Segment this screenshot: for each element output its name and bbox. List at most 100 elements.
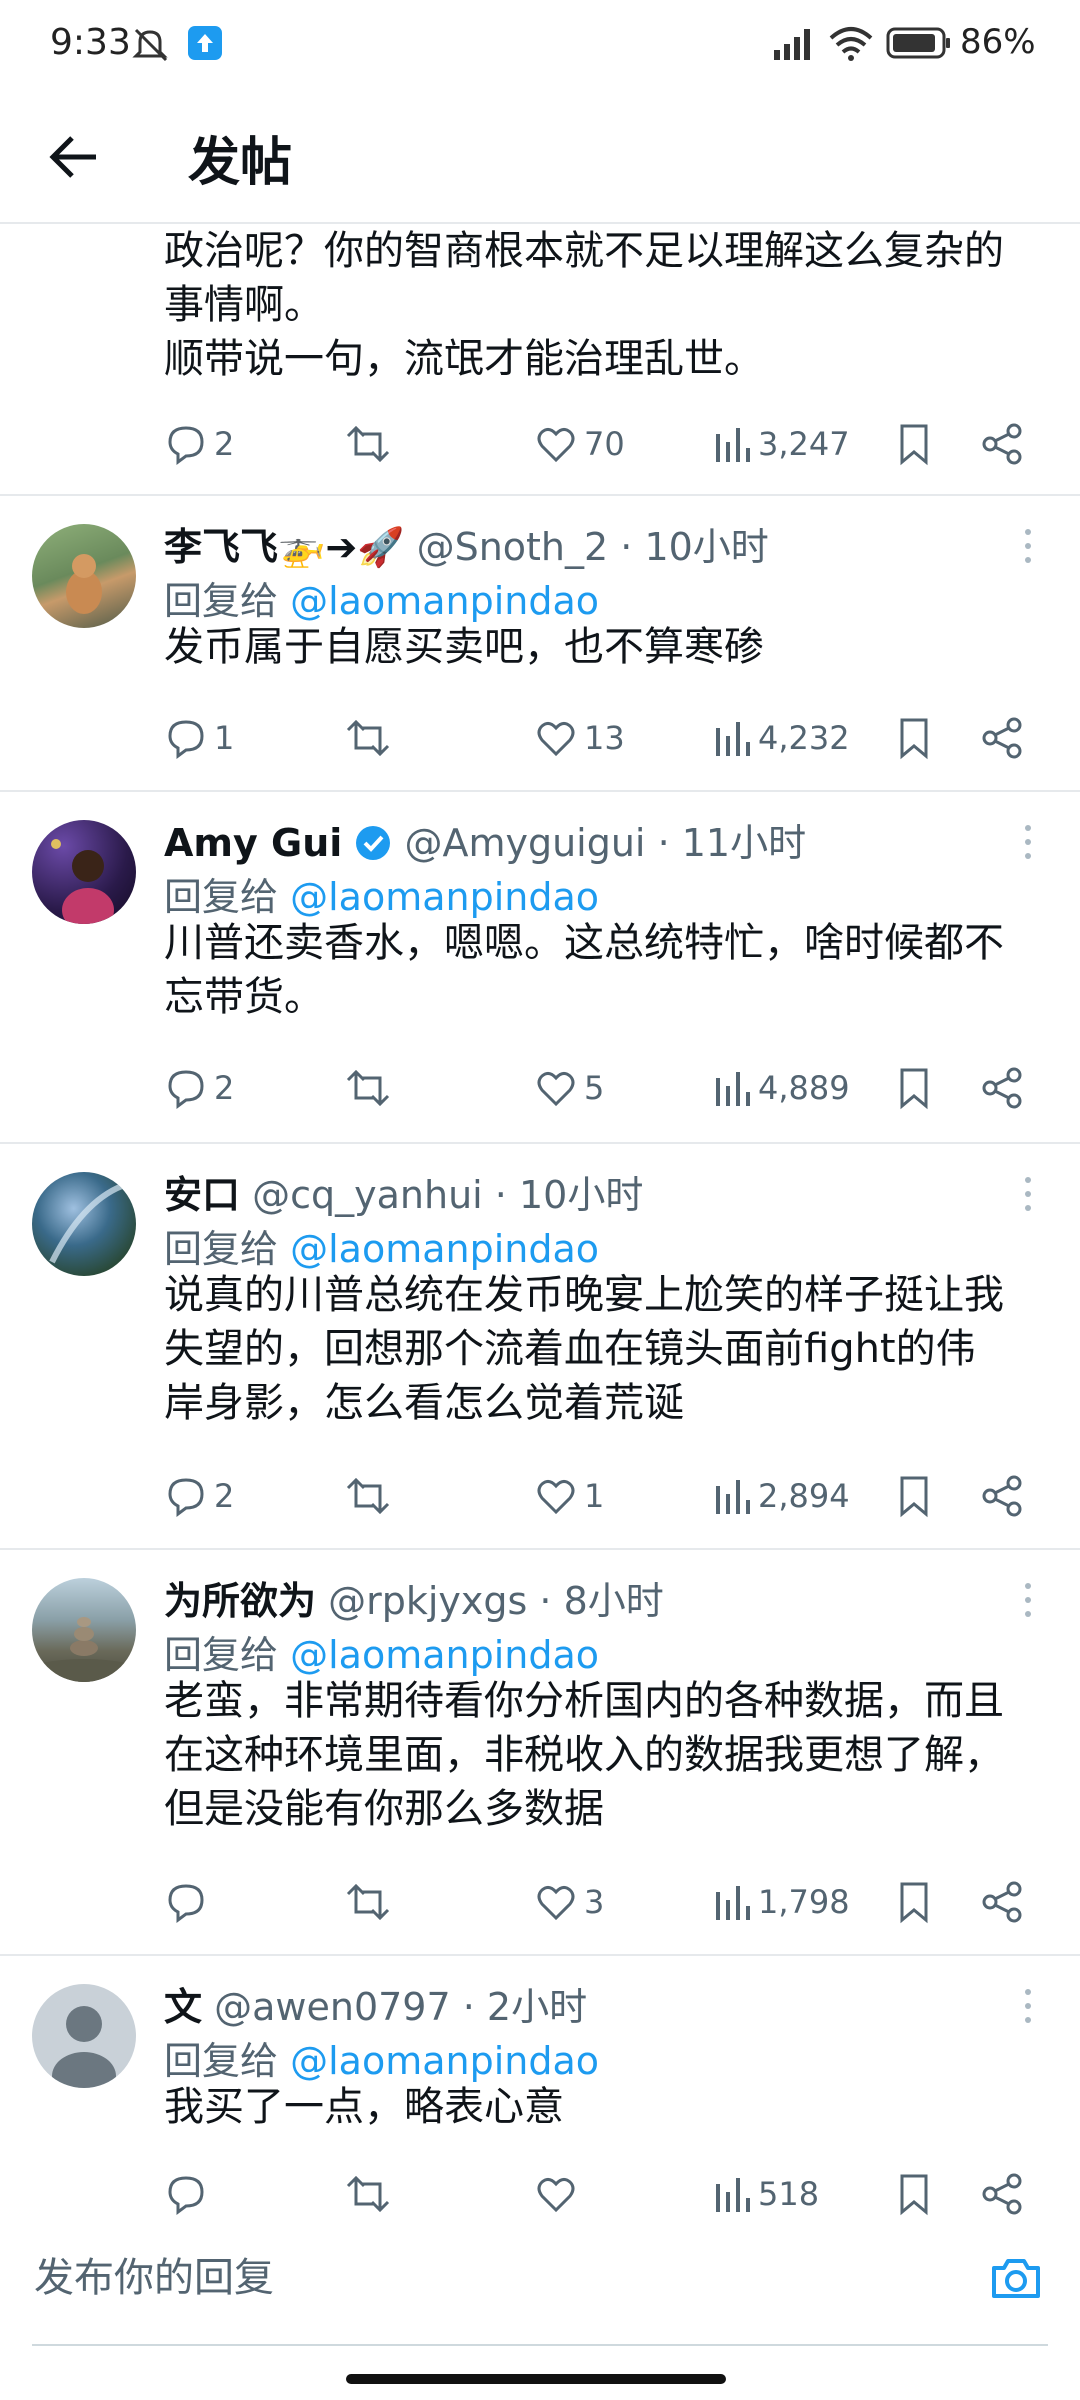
tweet-header: 安口 @cq_yanhui · 10小时 (164, 1173, 644, 1217)
reply-button[interactable]: 2 (164, 1060, 234, 1116)
timestamp: 2小时 (486, 1985, 588, 2029)
like-button[interactable]: 1 (534, 1468, 604, 1524)
avatar[interactable] (32, 1578, 136, 1682)
share-icon (982, 1475, 1022, 1517)
tweet-item[interactable]: Amy Gui @Amyguigui · 11小时 回复给 @laomanpin… (0, 792, 1080, 1144)
more-button[interactable] (1018, 1174, 1038, 1214)
display-name[interactable]: 为所欲为 (164, 1579, 316, 1623)
like-button[interactable]: 5 (534, 1060, 604, 1116)
reply-to-handle[interactable]: @laomanpindao (290, 875, 599, 919)
more-button[interactable] (1018, 822, 1038, 862)
handle[interactable]: @awen0797 (214, 1985, 451, 2029)
tweet-partial[interactable]: 政治呢？你的智商根本就不足以理解这么复杂的 事情啊。 顺带说一句，流氓才能治理乱… (0, 224, 1080, 496)
reply-button[interactable]: 2 (164, 1468, 234, 1524)
back-button[interactable] (40, 122, 110, 192)
avatar[interactable] (32, 1172, 136, 1276)
reply-to-line: 回复给 @laomanpindao (164, 579, 600, 623)
handle[interactable]: @Amyguigui (404, 821, 645, 865)
handle[interactable]: @Snoth_2 (417, 525, 609, 569)
bookmark-button[interactable] (894, 1874, 934, 1930)
more-icon (1025, 1989, 1031, 2023)
reply-button[interactable]: 1 (164, 710, 234, 766)
like-icon (537, 1071, 575, 1107)
retweet-button[interactable] (344, 1468, 398, 1524)
more-button[interactable] (1018, 1986, 1038, 2026)
bookmark-button[interactable] (894, 710, 934, 766)
more-button[interactable] (1018, 526, 1038, 566)
avatar[interactable] (32, 524, 136, 628)
avatar[interactable] (32, 820, 136, 924)
tweet-item[interactable]: 文 @awen0797 · 2小时 回复给 @laomanpindao 我买了一… (0, 1956, 1080, 2220)
share-button[interactable] (980, 2166, 1024, 2220)
tweet-header: 为所欲为 @rpkjyxgs · 8小时 (164, 1579, 664, 1623)
reply-to-handle[interactable]: @laomanpindao (290, 1633, 599, 1677)
tweet-item[interactable]: 安口 @cq_yanhui · 10小时 回复给 @laomanpindao 说… (0, 1144, 1080, 1550)
battery-icon (886, 26, 952, 64)
display-name[interactable]: Amy Gui (164, 821, 342, 865)
retweet-button[interactable] (344, 1874, 398, 1930)
default-avatar-icon (52, 2006, 116, 2088)
reply-button[interactable] (164, 2166, 214, 2220)
share-icon (982, 1067, 1022, 1109)
camera-button[interactable] (988, 2250, 1044, 2306)
display-name[interactable]: 安口 (164, 1173, 240, 1217)
bookmark-icon (900, 2174, 928, 2216)
handle[interactable]: @rpkjyxgs (328, 1579, 527, 1623)
reply-to-handle[interactable]: @laomanpindao (290, 2039, 599, 2083)
views-button[interactable]: 1,798 (712, 1874, 850, 1930)
verified-badge-icon (356, 826, 391, 860)
reply-feed[interactable]: 政治呢？你的智商根本就不足以理解这么复杂的 事情啊。 顺带说一句，流氓才能治理乱… (0, 224, 1080, 2220)
reply-icon (168, 1884, 204, 1923)
tweet-header: 李飞飞🚁➔🚀 @Snoth_2 · 10小时 (164, 525, 769, 569)
like-button[interactable]: 70 (534, 416, 625, 472)
display-name[interactable]: 李飞飞🚁➔🚀 (164, 525, 404, 569)
tweet-header: 文 @awen0797 · 2小时 (164, 1985, 588, 2029)
bookmark-button[interactable] (894, 1060, 934, 1116)
share-button[interactable] (980, 1060, 1024, 1116)
more-button[interactable] (1018, 1580, 1038, 1620)
tweet-item[interactable]: 李飞飞🚁➔🚀 @Snoth_2 · 10小时 回复给 @laomanpindao… (0, 496, 1080, 792)
bookmark-button[interactable] (894, 1468, 934, 1524)
views-button[interactable]: 2,894 (712, 1468, 850, 1524)
upload-notification-icon (188, 26, 222, 64)
reply-to-handle[interactable]: @laomanpindao (290, 1227, 599, 1271)
share-button[interactable] (980, 710, 1024, 766)
tweet-text: 政治呢？你的智商根本就不足以理解这么复杂的 事情啊。 顺带说一句，流氓才能治理乱… (164, 228, 1004, 382)
retweet-button[interactable] (344, 1060, 398, 1116)
share-button[interactable] (980, 416, 1024, 472)
reply-compose-bar (0, 2222, 1080, 2342)
views-button[interactable]: 518 (712, 2166, 819, 2220)
reply-button[interactable] (164, 1874, 214, 1930)
retweet-button[interactable] (344, 710, 398, 766)
tweet-text: 说真的川普总统在发币晚宴上尬笑的样子挺让我 失望的，回想那个流着血在镜头面前fi… (164, 1272, 1004, 1426)
avatar[interactable] (32, 1984, 136, 2088)
display-name[interactable]: 文 (164, 1985, 202, 2029)
views-button[interactable]: 3,247 (712, 416, 850, 472)
tweet-header: Amy Gui @Amyguigui · 11小时 (164, 821, 807, 865)
retweet-button[interactable] (344, 416, 398, 472)
share-button[interactable] (980, 1468, 1024, 1524)
handle[interactable]: @cq_yanhui (252, 1173, 483, 1217)
home-indicator[interactable] (346, 2374, 726, 2384)
bookmark-button[interactable] (894, 416, 934, 472)
more-icon (1025, 1583, 1031, 1617)
tweet-text: 发币属于自愿买卖吧，也不算寒碜 (164, 624, 764, 670)
bookmark-icon (900, 718, 928, 760)
tweet-item[interactable]: 为所欲为 @rpkjyxgs · 8小时 回复给 @laomanpindao 老… (0, 1550, 1080, 1956)
views-button[interactable]: 4,889 (712, 1060, 850, 1116)
mute-icon (132, 26, 172, 66)
tweet-actions: 3 1,798 (164, 1874, 1044, 1930)
views-button[interactable]: 4,232 (712, 710, 850, 766)
bookmark-button[interactable] (894, 2166, 934, 2220)
like-button[interactable]: 3 (534, 1874, 604, 1930)
reply-input[interactable] (32, 2232, 936, 2324)
more-icon (1025, 825, 1031, 859)
like-button[interactable]: 13 (534, 710, 625, 766)
retweet-button[interactable] (344, 2166, 398, 2220)
like-button[interactable] (534, 2166, 584, 2220)
views-icon (716, 722, 750, 756)
tweet-actions: 2 70 3,247 (164, 416, 1044, 472)
reply-to-handle[interactable]: @laomanpindao (290, 579, 599, 623)
share-button[interactable] (980, 1874, 1024, 1930)
reply-button[interactable]: 2 (164, 416, 234, 472)
